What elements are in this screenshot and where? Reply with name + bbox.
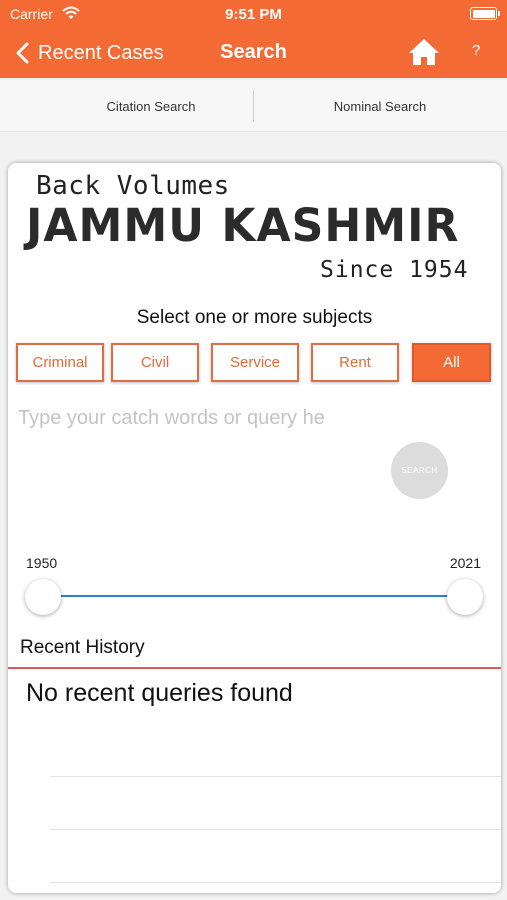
search-button[interactable]: SEARCH [391, 442, 448, 499]
subject-button-service[interactable]: Service [211, 343, 299, 382]
tab-nominal-search[interactable]: Nominal Search [262, 80, 498, 132]
history-list-separator [50, 882, 501, 883]
subjects-label: Select one or more subjects [136, 307, 373, 328]
recent-history-empty-message: No recent queries found [26, 679, 293, 707]
logo-line-jammu-kashmir: JAMMU KASHMIR [26, 199, 460, 252]
subject-button-criminal[interactable]: Criminal [16, 343, 104, 382]
status-bar: Carrier 9:51 PM [0, 0, 507, 28]
logo-line-since: Since 1954 [320, 257, 469, 283]
publication-logo: Back Volumes JAMMU KASHMIR Since 1954 [8, 163, 501, 293]
search-mode-tabs: Citation Search Nominal Search [0, 80, 507, 132]
subject-button-civil[interactable]: Civil [111, 343, 199, 382]
year-range-min-label: 1950 [26, 555, 58, 571]
subject-button-rent[interactable]: Rent [311, 343, 399, 382]
history-list-separator [50, 829, 501, 830]
subject-button-all[interactable]: All [412, 343, 491, 382]
recent-history-title: Recent History [20, 637, 145, 658]
nav-bar: Recent Cases Search ? [0, 30, 507, 76]
status-time: 9:51 PM [225, 6, 282, 23]
history-list-separator [50, 776, 501, 777]
recent-history-divider [8, 667, 501, 669]
year-range-max-handle[interactable] [447, 579, 483, 615]
app-header: Carrier 9:51 PM Recent Cases Search ? [0, 0, 507, 78]
search-card: Back Volumes JAMMU KASHMIR Since 1954 Se… [8, 163, 501, 893]
battery-icon [470, 7, 500, 20]
tab-divider [253, 90, 254, 122]
year-range-slider-track[interactable] [44, 595, 464, 597]
home-icon[interactable] [408, 37, 440, 67]
query-input[interactable] [18, 401, 438, 435]
logo-line-back-volumes: Back Volumes [36, 171, 230, 201]
year-range-max-label: 2021 [449, 555, 481, 571]
year-range-min-handle[interactable] [25, 579, 61, 615]
tab-citation-search[interactable]: Citation Search [40, 80, 262, 132]
help-button[interactable]: ? [472, 42, 480, 59]
